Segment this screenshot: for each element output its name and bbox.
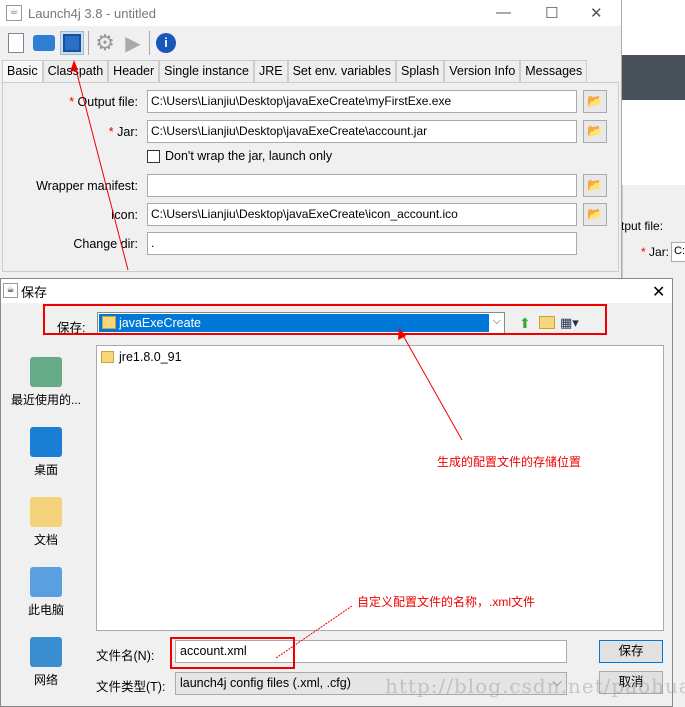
location-annotation: 生成的配置文件的存储位置 [437,455,582,469]
watermark: http://blog.csdn.net/paohuan2 [385,674,685,698]
annotation-arrows [70,60,463,659]
filename-annotation: 自定义配置文件的名称，.xml文件 [357,595,535,609]
arrow-to-save-icon [73,61,129,271]
arrow-to-filename [275,605,353,659]
arrowhead [70,60,78,72]
arrow-to-location [399,329,463,441]
